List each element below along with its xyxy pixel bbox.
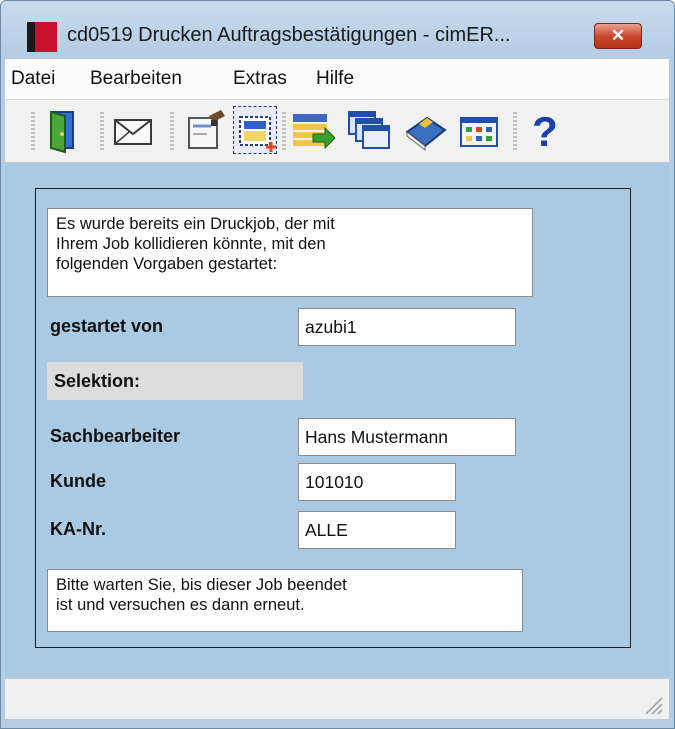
help-question-icon[interactable]: ? (523, 106, 567, 154)
started-by-label: gestartet von (50, 316, 164, 336)
started-by-field: azubi1 (298, 308, 516, 346)
status-bar (5, 678, 669, 719)
clerk-label: Sachbearbeiter (50, 426, 181, 446)
clerk-field: Hans Mustermann (298, 418, 516, 456)
calendar-grid-icon[interactable] (457, 106, 501, 154)
conflict-panel: Es wurde bereits ein Druckjob, der mit I… (35, 188, 631, 648)
menu-hilfe[interactable]: Hilfe (316, 68, 354, 90)
title-bar[interactable]: cd0519 Drucken Auftragsbestätigungen - c… (1, 1, 674, 59)
menu-bar: Datei Bearbeiten Extras Hilfe (5, 59, 669, 100)
transfer-list-icon[interactable] (291, 106, 335, 154)
customer-label: Kunde (50, 471, 106, 491)
menu-extras[interactable]: Extras (233, 68, 287, 90)
new-record-icon[interactable] (233, 106, 277, 154)
svg-text:?: ? (532, 108, 558, 154)
footer-message: Bitte warten Sie, bis dieser Job beendet… (47, 569, 523, 632)
exit-door-icon[interactable] (41, 106, 85, 154)
selection-header: Selektion: (47, 362, 303, 400)
menu-datei[interactable]: Datei (11, 68, 55, 90)
toolbar-separator (513, 112, 517, 150)
intro-message: Es wurde bereits ein Druckjob, der mit I… (47, 208, 533, 297)
window-title: cd0519 Drucken Auftragsbestätigungen - c… (67, 24, 511, 46)
toolbar-separator (282, 112, 286, 150)
client-area: Es wurde bereits ein Druckjob, der mit I… (5, 163, 669, 677)
toolbar-separator (170, 112, 174, 150)
toolbar: ? (5, 100, 669, 163)
ka-number-field: ALLE (298, 511, 456, 549)
menu-bearbeiten[interactable]: Bearbeiten (90, 68, 182, 90)
toolbar-separator (100, 112, 104, 150)
application-window: cd0519 Drucken Auftragsbestätigungen - c… (0, 0, 675, 729)
book-icon[interactable] (403, 106, 447, 154)
resize-grip-icon[interactable] (641, 693, 663, 715)
toolbar-separator (31, 112, 35, 150)
app-logo-icon (27, 22, 57, 52)
close-button[interactable]: ✕ (594, 23, 642, 49)
edit-form-icon[interactable] (183, 106, 227, 154)
customer-field: 101010 (298, 463, 456, 501)
ka-number-label: KA-Nr. (50, 519, 107, 539)
windows-cascade-icon[interactable] (347, 106, 391, 154)
mail-envelope-icon[interactable] (111, 106, 155, 154)
